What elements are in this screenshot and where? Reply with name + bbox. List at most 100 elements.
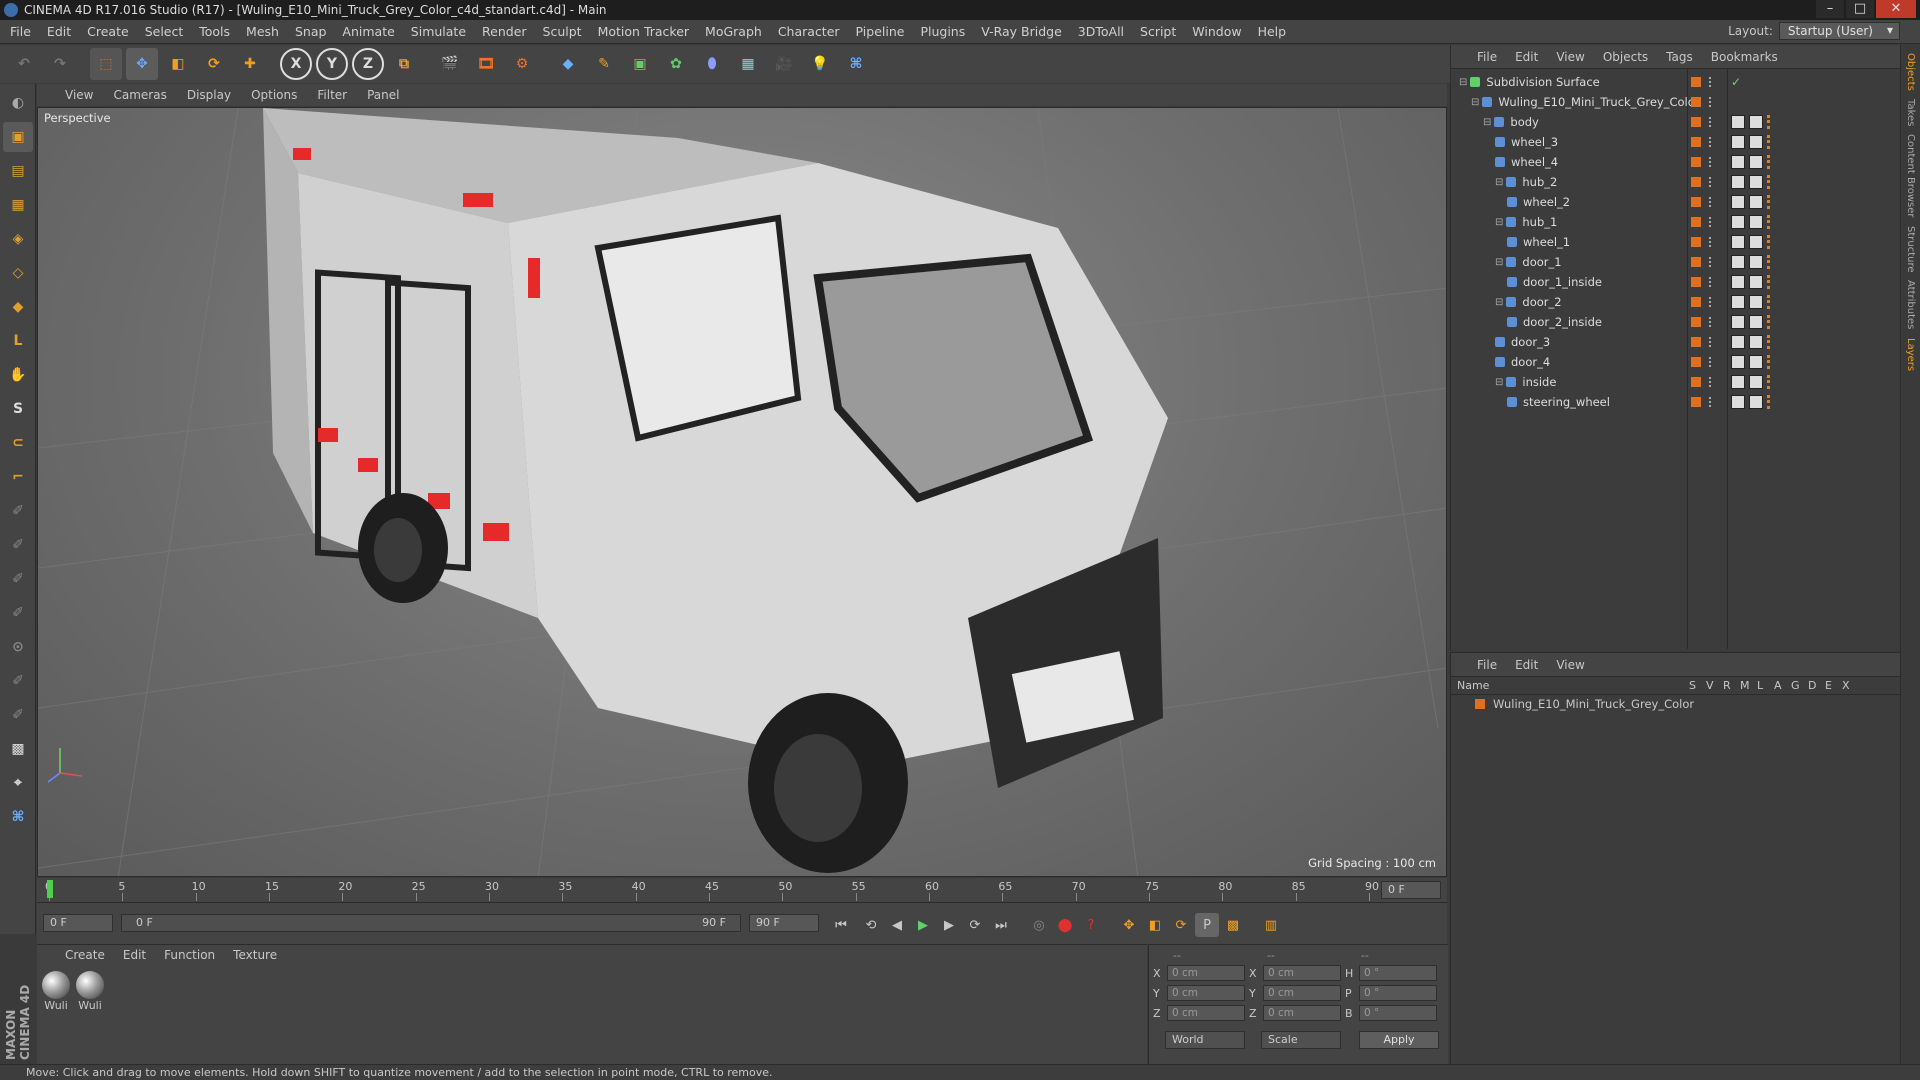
floor-scene-icon[interactable]: ▦ (732, 48, 764, 80)
material-tag-icon[interactable] (1767, 395, 1779, 409)
texture-tag-icon[interactable] (1749, 355, 1763, 369)
layer-color-swatch[interactable] (1691, 217, 1701, 227)
object-row[interactable]: ⊟ Subdivision Surface ✓ (1451, 72, 1901, 92)
visibility-dots-icon[interactable] (1709, 237, 1713, 247)
right-tab-content-browser[interactable]: Content Browser (1905, 134, 1916, 217)
material-tag-icon[interactable] (1767, 175, 1779, 189)
viewport-menu-panel[interactable]: Panel (367, 88, 399, 102)
minimize-button[interactable]: – (1816, 0, 1844, 18)
y-axis-lock-icon[interactable]: Y (316, 48, 348, 80)
sculpt-mask-icon[interactable]: ✐ (3, 700, 33, 730)
visibility-dots-icon[interactable] (1709, 257, 1713, 267)
coord-value-field[interactable]: 0 cm (1263, 985, 1341, 1001)
menu-select[interactable]: Select (145, 24, 184, 39)
solo-icon[interactable]: ⌖ (3, 768, 33, 798)
python-script-icon[interactable]: ⌘ (3, 802, 33, 832)
phong-tag-icon[interactable] (1731, 275, 1745, 289)
texture-tag-icon[interactable] (1749, 295, 1763, 309)
object-row[interactable]: ⊟ Wuling_E10_Mini_Truck_Grey_Color (1451, 92, 1901, 112)
visibility-dots-icon[interactable] (1709, 277, 1713, 287)
material-menu-edit[interactable]: Edit (123, 948, 146, 962)
visibility-dots-icon[interactable] (1709, 317, 1713, 327)
edges-mode-icon[interactable]: ◇ (3, 258, 33, 288)
visibility-dots-icon[interactable] (1709, 337, 1713, 347)
material-tag-icon[interactable] (1767, 135, 1779, 149)
menu-character[interactable]: Character (778, 24, 840, 39)
material-tag-icon[interactable] (1767, 155, 1779, 169)
x-axis-lock-icon[interactable]: X (280, 48, 312, 80)
render-settings-icon[interactable]: ⚙ (506, 48, 538, 80)
sculpt-flatten-icon[interactable]: ✐ (3, 666, 33, 696)
sculpt-grab-icon[interactable]: ⊙ (3, 632, 33, 662)
viewport-menu-display[interactable]: Display (187, 88, 231, 102)
menu-mesh[interactable]: Mesh (246, 24, 279, 39)
3d-viewport[interactable]: Perspective Grid Spacing : 100 cm (37, 107, 1447, 877)
phong-tag-icon[interactable] (1731, 175, 1745, 189)
z-axis-lock-icon[interactable]: Z (352, 48, 384, 80)
sculpt-pull-icon[interactable]: ✐ (3, 530, 33, 560)
motion-record-icon[interactable]: ◎ (1027, 913, 1051, 937)
key-rotation-icon[interactable]: ⟳ (1169, 913, 1193, 937)
add-tool-icon[interactable]: ✚ (234, 48, 266, 80)
menu-animate[interactable]: Animate (342, 24, 394, 39)
object-menu-bookmarks[interactable]: Bookmarks (1711, 50, 1778, 64)
texture-tag-icon[interactable] (1749, 315, 1763, 329)
menu-snap[interactable]: Snap (295, 24, 326, 39)
visibility-dots-icon[interactable] (1709, 97, 1713, 107)
texture-tag-icon[interactable] (1749, 235, 1763, 249)
texture-tag-icon[interactable] (1749, 115, 1763, 129)
snapping-icon[interactable]: S (3, 394, 33, 424)
texture-tag-icon[interactable] (1749, 155, 1763, 169)
right-tab-attributes[interactable]: Attributes (1905, 280, 1916, 329)
range-slider[interactable]: 0 F 90 F (121, 914, 741, 932)
visibility-dots-icon[interactable] (1709, 357, 1713, 367)
menu-edit[interactable]: Edit (47, 24, 71, 39)
texture-tag-icon[interactable] (1749, 255, 1763, 269)
layer-color-swatch[interactable] (1691, 197, 1701, 207)
phong-tag-icon[interactable] (1731, 235, 1745, 249)
menu-help[interactable]: Help (1258, 24, 1287, 39)
object-row[interactable]: ⊟ door_1 (1451, 252, 1901, 272)
layer-color-swatch[interactable] (1691, 397, 1701, 407)
timeline-ruler[interactable]: 051015202530354045505560657075808590 0 F (37, 878, 1447, 902)
coord-value-field[interactable]: 0 cm (1167, 1005, 1245, 1021)
object-row[interactable]: wheel_2 (1451, 192, 1901, 212)
layer-color-swatch[interactable] (1691, 177, 1701, 187)
layer-color-swatch[interactable] (1691, 77, 1701, 87)
material-tag-icon[interactable] (1767, 375, 1779, 389)
layer-color-swatch[interactable] (1691, 117, 1701, 127)
layer-color-swatch[interactable] (1691, 257, 1701, 267)
texture-tag-icon[interactable] (1749, 215, 1763, 229)
texture-tag-icon[interactable] (1749, 175, 1763, 189)
texture-mode-icon[interactable]: ▤ (3, 156, 33, 186)
menu-tools[interactable]: Tools (199, 24, 230, 39)
close-button[interactable]: ✕ (1876, 0, 1916, 18)
render-picture-viewer-icon[interactable]: 🎞 (470, 48, 502, 80)
texture-tag-icon[interactable] (1749, 275, 1763, 289)
camera-icon[interactable]: 🎥 (768, 48, 800, 80)
visibility-dots-icon[interactable] (1709, 197, 1713, 207)
cube-object-icon[interactable]: ◆ (552, 48, 584, 80)
object-row[interactable]: door_3 (1451, 332, 1901, 352)
subdivision-generator-icon[interactable]: ▣ (624, 48, 656, 80)
coordinate-space-dropdown[interactable]: World (1165, 1031, 1245, 1049)
lock-workplane-icon[interactable]: ▩ (3, 734, 33, 764)
enabled-check-icon[interactable]: ✓ (1731, 75, 1745, 89)
layout-dropdown[interactable]: Startup (User) (1778, 22, 1900, 40)
viewport-menu-options[interactable]: Options (251, 88, 297, 102)
layer-menu-view[interactable]: View (1556, 658, 1584, 672)
visibility-dots-icon[interactable] (1709, 77, 1713, 87)
visibility-dots-icon[interactable] (1709, 117, 1713, 127)
object-row[interactable]: ⊟ inside (1451, 372, 1901, 392)
apply-button[interactable]: Apply (1359, 1031, 1439, 1049)
phong-tag-icon[interactable] (1731, 115, 1745, 129)
material-tag-icon[interactable] (1767, 195, 1779, 209)
deformer-icon[interactable]: ⬮ (696, 48, 728, 80)
menu-v-ray-bridge[interactable]: V-Ray Bridge (981, 24, 1062, 39)
python-icon[interactable]: ⌘ (840, 48, 872, 80)
expand-icon[interactable]: ⊟ (1459, 77, 1467, 88)
layer-row[interactable]: Wuling_E10_Mini_Truck_Grey_Color (1451, 695, 1900, 713)
playhead[interactable] (47, 880, 53, 898)
object-row[interactable]: door_2_inside (1451, 312, 1901, 332)
phong-tag-icon[interactable] (1731, 295, 1745, 309)
